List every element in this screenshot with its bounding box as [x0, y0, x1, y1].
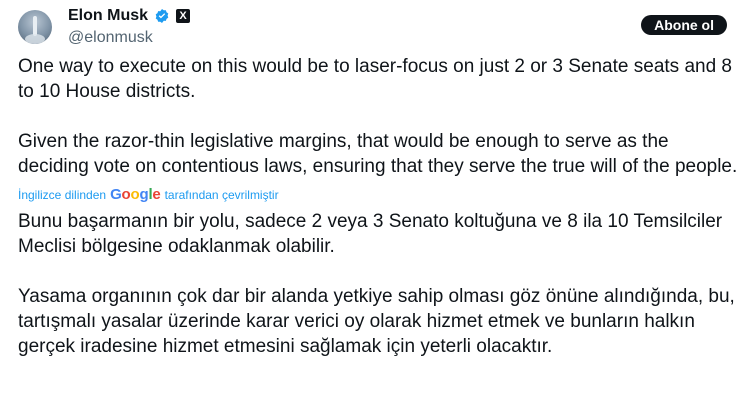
verified-badge-icon	[155, 9, 169, 23]
tweet-text-paragraph-1: One way to execute on this would be to l…	[18, 56, 732, 102]
tweet-card: Elon Musk X @elonmusk Abone ol One way t…	[0, 0, 750, 420]
subscribe-button[interactable]: Abone ol	[641, 15, 727, 35]
tweet-body: One way to execute on this would be to l…	[18, 54, 743, 359]
translation-suffix: tarafından çevrilmiştir	[164, 188, 279, 202]
name-row: Elon Musk X	[68, 5, 191, 27]
translation-prefix: İngilizce dilinden	[18, 188, 107, 202]
rocket-icon	[33, 16, 37, 36]
translated-paragraph-2: Yasama organının çok dar bir alanda yetk…	[18, 286, 735, 357]
avatar[interactable]	[18, 10, 52, 44]
smoke-icon	[25, 34, 45, 44]
x-logo-icon: X	[176, 9, 191, 23]
translated-text: Bunu başarmanın bir yolu, sadece 2 veya …	[18, 209, 743, 359]
translated-paragraph-1: Bunu başarmanın bir yolu, sadece 2 veya …	[18, 211, 723, 257]
translation-attribution[interactable]: İngilizce dilinden Google tarafından çev…	[18, 183, 743, 207]
author-name[interactable]: Elon Musk	[68, 5, 148, 27]
google-logo-icon: Google	[110, 186, 161, 203]
tweet-header: Elon Musk X @elonmusk	[68, 5, 191, 49]
author-handle[interactable]: @elonmusk	[68, 27, 190, 49]
tweet-text-paragraph-2: Given the razor-thin legislative margins…	[18, 131, 738, 177]
